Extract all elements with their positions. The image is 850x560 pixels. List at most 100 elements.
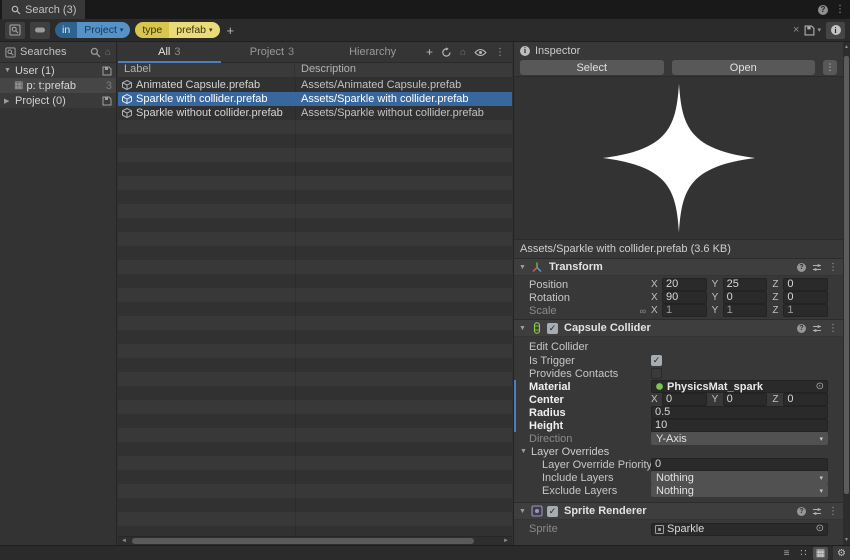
- column-description[interactable]: Description: [295, 63, 512, 77]
- search-window-icon: [9, 24, 21, 36]
- is-trigger-row: Is Trigger ✓: [514, 354, 843, 367]
- sprite-renderer-header[interactable]: ▼ ✓ Sprite Renderer ? ⋮: [514, 502, 843, 520]
- inline-toggle-button[interactable]: [30, 22, 50, 39]
- scroll-down-icon[interactable]: ▼: [843, 537, 850, 543]
- filter-value-dropdown[interactable]: Project ▾: [77, 22, 130, 38]
- home-icon[interactable]: ⌂: [105, 47, 111, 58]
- material-object-field[interactable]: PhysicsMat_spark ⊙: [651, 380, 828, 393]
- help-icon[interactable]: ?: [797, 507, 806, 516]
- height-input[interactable]: 10: [651, 419, 828, 432]
- foldout-open-icon[interactable]: ▼: [4, 67, 12, 74]
- more-menu-icon[interactable]: ⋮: [828, 506, 838, 517]
- settings-gear-icon[interactable]: ⚙: [833, 546, 850, 560]
- column-divider[interactable]: [295, 78, 296, 539]
- presets-icon[interactable]: [812, 263, 822, 272]
- sidebar-group-user[interactable]: ▼ User (1): [0, 63, 116, 78]
- help-icon[interactable]: ?: [797, 324, 806, 333]
- transform-header[interactable]: ▼ Transform ? ⋮: [514, 258, 843, 276]
- scale-y-input[interactable]: 1: [723, 304, 768, 317]
- foldout-open-icon[interactable]: ▼: [519, 508, 527, 515]
- info-button[interactable]: i: [826, 22, 845, 39]
- horizontal-scrollbar[interactable]: ◄ ►: [118, 536, 512, 545]
- more-menu-icon[interactable]: ⋮: [495, 47, 505, 58]
- tab-project[interactable]: Project3: [221, 42, 324, 62]
- position-x-input[interactable]: 20: [662, 278, 707, 291]
- scrollbar-thumb[interactable]: [844, 56, 849, 494]
- center-y-input[interactable]: 0: [723, 393, 768, 406]
- component-enabled-checkbox[interactable]: ✓: [547, 506, 558, 517]
- tab-all[interactable]: All3: [118, 42, 221, 62]
- component-enabled-checkbox[interactable]: ✓: [547, 323, 558, 334]
- presets-icon[interactable]: [812, 324, 822, 333]
- scrollbar-thumb[interactable]: [132, 538, 474, 544]
- help-icon[interactable]: ?: [818, 5, 828, 15]
- exclude-layers-dropdown[interactable]: Nothing ▾: [651, 484, 828, 497]
- scroll-up-icon[interactable]: ▲: [843, 44, 850, 50]
- eye-icon[interactable]: [474, 48, 487, 57]
- radius-input[interactable]: 0.5: [651, 406, 828, 419]
- rotation-z-input[interactable]: 0: [783, 291, 828, 304]
- more-menu-icon[interactable]: ⋮: [828, 323, 838, 334]
- open-button[interactable]: Open: [672, 60, 816, 75]
- result-row-selected[interactable]: Sparkle with collider.prefab Assets/Spar…: [118, 92, 512, 106]
- column-label[interactable]: Label: [118, 63, 295, 77]
- more-menu-icon[interactable]: ⋮: [828, 262, 838, 273]
- sidebar-item-saved-query[interactable]: ▦ p: t:prefab 3: [0, 78, 116, 93]
- home-icon[interactable]: ⌂: [460, 47, 466, 58]
- inspector-panel: i Inspector Select Open ⋮ Assets/Sparkle…: [513, 42, 850, 545]
- is-trigger-checkbox[interactable]: ✓: [651, 355, 662, 366]
- save-icon[interactable]: [102, 66, 112, 76]
- foldout-open-icon[interactable]: ▼: [520, 448, 528, 455]
- vertical-scrollbar[interactable]: ▲ ▼: [843, 42, 850, 545]
- list-view-icon[interactable]: ≡: [779, 547, 794, 560]
- include-layers-dropdown[interactable]: Nothing ▾: [651, 471, 828, 484]
- grid-view-icon[interactable]: ∷: [796, 547, 811, 560]
- window-tab-search[interactable]: Search (3): [2, 0, 85, 19]
- sidebar-group-project[interactable]: ▶ Project (0): [0, 93, 116, 108]
- scale-z-input[interactable]: 1: [783, 304, 828, 317]
- position-y-input[interactable]: 25: [723, 278, 768, 291]
- filter-token-in[interactable]: in Project ▾: [55, 22, 130, 38]
- direction-dropdown[interactable]: Y-Axis ▾: [651, 432, 828, 445]
- clear-search-button[interactable]: ×: [793, 24, 799, 36]
- presets-icon[interactable]: [812, 507, 822, 516]
- refresh-icon[interactable]: [441, 47, 452, 58]
- table-view-icon[interactable]: ▦: [813, 547, 828, 560]
- provides-contacts-checkbox[interactable]: [651, 368, 662, 379]
- foldout-open-icon[interactable]: ▼: [519, 325, 527, 332]
- help-icon[interactable]: ?: [797, 263, 806, 272]
- center-z-input[interactable]: 0: [783, 393, 828, 406]
- rotation-x-input[interactable]: 90: [662, 291, 707, 304]
- scroll-right-icon[interactable]: ►: [503, 537, 509, 545]
- filter-token-type[interactable]: type prefab ▾: [135, 22, 219, 38]
- layer-overrides-foldout[interactable]: ▼ Layer Overrides: [514, 445, 843, 458]
- save-search-button[interactable]: ▾: [804, 25, 821, 36]
- search-icon[interactable]: [90, 47, 101, 58]
- result-row[interactable]: Animated Capsule.prefab Assets/Animated …: [118, 78, 512, 92]
- position-z-input[interactable]: 0: [783, 278, 828, 291]
- filter-value-dropdown[interactable]: prefab ▾: [169, 22, 219, 38]
- layer-override-priority-input[interactable]: 0: [651, 458, 828, 471]
- sprite-object-field[interactable]: Sparkle ⊙: [651, 523, 828, 536]
- save-icon[interactable]: [102, 96, 112, 106]
- inspector-more-icon[interactable]: ⋮: [823, 60, 837, 75]
- saved-query-icon: ▦: [14, 80, 23, 91]
- capsule-collider-header[interactable]: ▼ ✓ Capsule Collider ? ⋮: [514, 319, 843, 337]
- object-picker-icon[interactable]: ⊙: [816, 382, 824, 392]
- rotation-y-input[interactable]: 0: [723, 291, 768, 304]
- link-scale-icon[interactable]: ∞: [640, 306, 646, 316]
- object-picker-icon[interactable]: ⊙: [816, 524, 824, 534]
- select-button[interactable]: Select: [520, 60, 664, 75]
- center-x-input[interactable]: 0: [662, 393, 707, 406]
- search-picker-button[interactable]: [5, 22, 25, 39]
- foldout-open-icon[interactable]: ▼: [519, 264, 527, 271]
- result-row[interactable]: Sparkle without collider.prefab Assets/S…: [118, 106, 512, 120]
- tab-hierarchy[interactable]: Hierarchy: [323, 42, 426, 62]
- scale-x-input[interactable]: 1: [662, 304, 707, 317]
- add-tab-icon[interactable]: +: [426, 45, 433, 59]
- scroll-left-icon[interactable]: ◄: [121, 537, 127, 545]
- foldout-closed-icon[interactable]: ▶: [4, 97, 12, 105]
- edit-collider-label[interactable]: Edit Collider: [514, 341, 651, 353]
- add-filter-button[interactable]: +: [225, 23, 237, 38]
- window-menu-icon[interactable]: ⋮: [835, 4, 845, 15]
